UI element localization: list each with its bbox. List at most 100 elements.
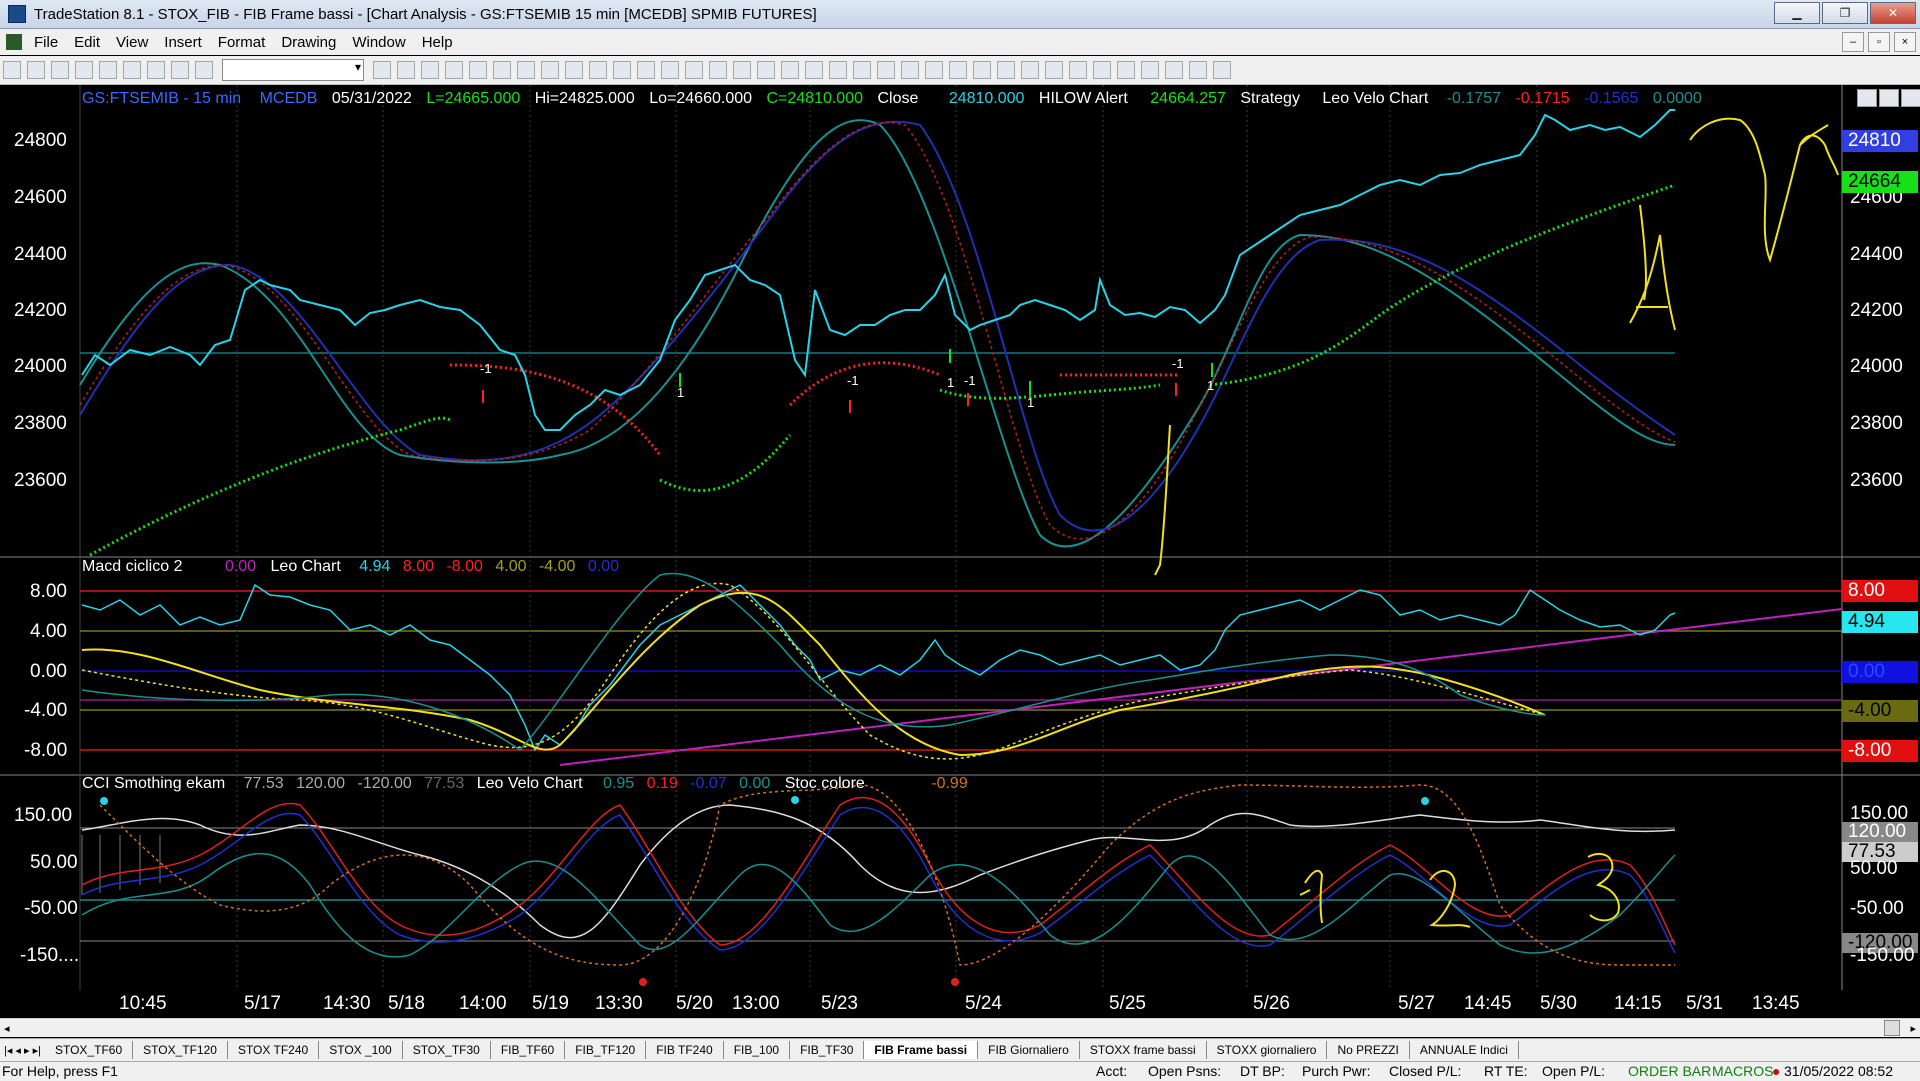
pencil-icon[interactable] — [1093, 61, 1111, 79]
print-icon[interactable] — [99, 61, 117, 79]
time-axis-label: 5/25 — [1109, 993, 1146, 1014]
time-axis-label: 5/27 — [1398, 993, 1435, 1014]
zoom-in-icon[interactable] — [685, 61, 703, 79]
gann-icon[interactable] — [925, 61, 943, 79]
tab-fib-tf60[interactable]: FIB_TF60 — [491, 1041, 566, 1059]
mdi-minimize-button[interactable]: – — [1842, 32, 1864, 52]
tab-stox-tf30[interactable]: STOX_TF30 — [403, 1041, 491, 1059]
tab-fib-tf120[interactable]: FIB_TF120 — [565, 1041, 647, 1059]
hilow-red-line-2 — [788, 361, 941, 407]
rectangle-icon[interactable] — [1189, 61, 1207, 79]
scanner-icon[interactable] — [493, 61, 511, 79]
strategy-icon[interactable] — [781, 61, 799, 79]
chart-close-button[interactable] — [1901, 89, 1920, 107]
print-preview-icon[interactable] — [123, 61, 141, 79]
tab-fib-tf240[interactable]: FIB TF240 — [646, 1041, 724, 1059]
scroll-right-icon[interactable]: ▸ — [1910, 1022, 1916, 1035]
menu-edit[interactable]: Edit — [66, 34, 108, 51]
fib-retracement-icon[interactable] — [853, 61, 871, 79]
mdi-restore-button[interactable]: ▫ — [1868, 32, 1890, 52]
arrow-icon[interactable] — [1021, 61, 1039, 79]
scroll-thumb[interactable] — [1884, 1020, 1900, 1036]
tab-stoxx-giornaliero[interactable]: STOXX giornaliero — [1207, 1041, 1328, 1059]
restore-button[interactable]: ❐ — [1822, 2, 1868, 24]
minimize-button[interactable]: ▁ — [1774, 2, 1820, 24]
tab-stoxx-frame-bassi[interactable]: STOXX frame bassi — [1080, 1041, 1207, 1059]
time-axis-label: 13:00 — [732, 993, 780, 1014]
menu-format[interactable]: Format — [210, 34, 274, 51]
save-icon[interactable] — [51, 61, 69, 79]
trendline-icon[interactable] — [829, 61, 847, 79]
chart-analysis-icon[interactable] — [421, 61, 439, 79]
cut-icon[interactable] — [147, 61, 165, 79]
tab-nav-icon[interactable]: |◂ ◂ ▸ ▸| — [0, 1044, 45, 1057]
symbol-label: GS:FTSEMIB - 15 min — [82, 90, 242, 107]
pointer-icon[interactable] — [733, 61, 751, 79]
menu-file[interactable]: File — [26, 34, 66, 51]
tab-fib-100[interactable]: FIB_100 — [724, 1041, 791, 1059]
speed-lines-icon[interactable] — [973, 61, 991, 79]
tab-stox-100[interactable]: STOX _100 — [319, 1041, 403, 1059]
freehand-icon[interactable] — [1045, 61, 1063, 79]
bar-chart-icon[interactable] — [589, 61, 607, 79]
tab-stox-tf240[interactable]: STOX TF240 — [228, 1041, 320, 1059]
matrix-icon[interactable] — [469, 61, 487, 79]
properties-icon[interactable] — [805, 61, 823, 79]
chart-restore-button[interactable] — [1879, 89, 1899, 107]
regression-icon[interactable] — [997, 61, 1015, 79]
tab-stox-tf60[interactable]: STOX_TF60 — [45, 1041, 134, 1059]
horizontal-line-icon[interactable] — [877, 61, 895, 79]
zoom-out-icon[interactable] — [709, 61, 727, 79]
paste-icon[interactable] — [195, 61, 213, 79]
candle-icon[interactable] — [613, 61, 631, 79]
time-axis-label: 14:15 — [1614, 993, 1662, 1014]
tab-fib-frame-bassi[interactable]: FIB Frame bassi — [864, 1041, 979, 1059]
tab-no-prezzi[interactable]: No PREZZI — [1327, 1041, 1410, 1059]
open-icon[interactable] — [27, 61, 45, 79]
status-macros[interactable]: MACROS — [1712, 1063, 1773, 1079]
menu-view[interactable]: View — [108, 34, 156, 51]
arc-icon[interactable] — [1069, 61, 1087, 79]
arrow-up-icon[interactable] — [1141, 61, 1159, 79]
menu-drawing[interactable]: Drawing — [273, 34, 344, 51]
find-icon[interactable] — [397, 61, 415, 79]
line-chart-icon[interactable] — [637, 61, 655, 79]
arrow-down-icon[interactable] — [1117, 61, 1135, 79]
tab-fib-giornaliero[interactable]: FIB Giornaliero — [978, 1041, 1080, 1059]
chart-minimize-button[interactable] — [1857, 89, 1877, 107]
copy-icon[interactable] — [171, 61, 189, 79]
macd-yellow-line — [81, 591, 1546, 757]
menu-window[interactable]: Window — [344, 34, 413, 51]
mdi-close-button[interactable]: × — [1894, 32, 1916, 52]
low-label: L=24665.000 — [426, 90, 521, 107]
tab-stox-tf120[interactable]: STOX_TF120 — [133, 1041, 228, 1059]
news-icon[interactable] — [541, 61, 559, 79]
ellipse-icon[interactable] — [1165, 61, 1183, 79]
menu-help[interactable]: Help — [414, 34, 461, 51]
text-icon[interactable] — [1213, 61, 1231, 79]
andrews-pitchfork-icon[interactable] — [949, 61, 967, 79]
options-icon[interactable] — [517, 61, 535, 79]
channel-icon[interactable] — [901, 61, 919, 79]
leo-value-2: -0.1715 — [1515, 90, 1570, 107]
status-order-bar[interactable]: ORDER BAR — [1628, 1063, 1711, 1079]
alert-icon[interactable] — [565, 61, 583, 79]
new-icon[interactable] — [3, 61, 21, 79]
data-window-icon[interactable] — [757, 61, 775, 79]
indicator-icon[interactable] — [661, 61, 679, 79]
horizontal-scrollbar[interactable]: ◂ ▸ — [0, 1018, 1920, 1037]
chart-analysis-window[interactable]: -1 -1 -1 -1 1 1 1 1 GS:FTSEMIB - 15 min … — [0, 85, 1920, 1037]
workspace-icon[interactable] — [75, 61, 93, 79]
status-connection-icon: ● — [1772, 1063, 1781, 1079]
radar-screen-icon[interactable] — [445, 61, 463, 79]
close-button[interactable]: ✕ — [1870, 2, 1916, 24]
play-icon[interactable] — [373, 61, 391, 79]
menu-insert[interactable]: Insert — [156, 34, 210, 51]
tab-fib-tf30[interactable]: FIB_TF30 — [790, 1041, 865, 1059]
signal-label: 1 — [1207, 378, 1214, 393]
chart-window-icon[interactable] — [6, 34, 22, 50]
signal-label: 1 — [677, 385, 684, 400]
symbol-dropdown[interactable] — [222, 59, 364, 81]
scroll-left-icon[interactable]: ◂ — [4, 1022, 10, 1035]
tab-annuale-indici[interactable]: ANNUALE Indici — [1410, 1041, 1519, 1059]
